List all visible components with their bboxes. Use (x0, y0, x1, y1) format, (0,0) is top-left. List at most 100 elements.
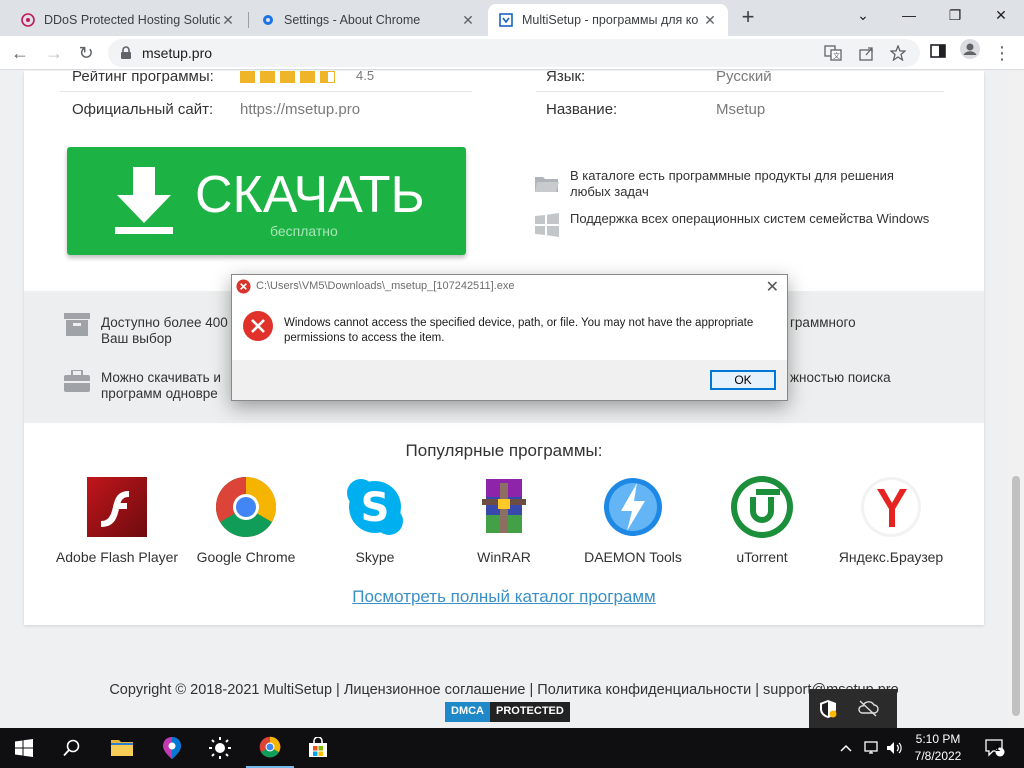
new-tab-button[interactable]: + (736, 6, 760, 30)
feature-download-right: жностью поиска (790, 370, 891, 385)
program-name: Яндекс.Браузер (838, 549, 944, 565)
page-scrollbar[interactable] (1008, 71, 1024, 728)
program-item[interactable]: Яндекс.Браузер (826, 475, 956, 565)
ddos-favicon (20, 12, 36, 28)
tab-ddos[interactable]: DDoS Protected Hosting Solutio ✕ (10, 4, 246, 36)
yandex-browser-icon (859, 475, 923, 539)
archive-box-icon (64, 313, 90, 342)
dialog-message: Windows cannot access the specified devi… (284, 317, 754, 344)
program-name: Adobe Flash Player (55, 549, 179, 565)
clock-time: 5:10 PM (915, 732, 961, 746)
menu-kebab-icon[interactable]: ⋮ (988, 39, 1016, 67)
svg-text:S: S (361, 485, 390, 531)
tray-overflow-flyout (809, 689, 897, 729)
address-bar[interactable]: msetup.pro 文 (108, 39, 920, 67)
full-catalog-link[interactable]: Посмотреть полный каталог программ (24, 587, 984, 607)
chrome-taskbar-button[interactable] (246, 728, 294, 768)
search-button[interactable] (48, 728, 96, 768)
lock-icon[interactable] (120, 46, 132, 65)
program-item[interactable]: Adobe Flash Player (52, 475, 182, 565)
dmca-protected-label: PROTECTED (490, 702, 570, 722)
close-window-button[interactable]: ✕ (978, 0, 1024, 30)
security-shield-icon[interactable] (819, 699, 837, 724)
tab-settings[interactable]: Settings - About Chrome ✕ (250, 4, 486, 36)
tab-close-icon[interactable]: ✕ (702, 12, 718, 28)
dialog-titlebar[interactable]: C:\Users\VM5\Downloads\_msetup_[10724251… (232, 275, 787, 299)
restore-button[interactable]: ❐ (932, 0, 978, 30)
reload-button[interactable]: ↻ (72, 39, 100, 67)
star-icon (300, 71, 315, 83)
download-sublabel: бесплатно (270, 223, 338, 239)
tray-chevron-up-icon[interactable] (836, 728, 856, 768)
file-explorer-button[interactable] (98, 728, 146, 768)
scrollbar-thumb[interactable] (1012, 476, 1020, 716)
profile-avatar-icon[interactable] (956, 39, 984, 67)
program-name: Skype (355, 549, 395, 565)
taskbar-clock[interactable]: 5:10 PM 7/8/2022 (898, 731, 978, 765)
star-icon (240, 71, 255, 83)
dmca-label: DMCA (445, 702, 490, 722)
program-name: DAEMON Tools (584, 549, 682, 565)
dialog-title: C:\Users\VM5\Downloads\_msetup_[10724251… (256, 280, 515, 292)
toolbox-icon (64, 369, 90, 397)
tab-search-icon[interactable]: ⌄ (840, 0, 886, 30)
program-item[interactable]: WinRAR (439, 475, 569, 565)
url-text: msetup.pro (142, 45, 213, 61)
program-item[interactable]: uTorrent (697, 475, 827, 565)
settings-gear-icon (260, 12, 276, 28)
clock-date: 7/8/2022 (914, 749, 962, 763)
notification-count: 1 (995, 743, 1001, 753)
program-item[interactable]: Google Chrome (181, 475, 311, 565)
feature-download-line1: Можно скачивать и (101, 370, 221, 385)
notification-center-icon[interactable]: 1 (982, 728, 1008, 768)
feature-available-line1: Доступно более 400 (101, 315, 228, 330)
daemon-tools-icon (601, 475, 665, 539)
browser-toolbar: ← → ↻ msetup.pro 文 ⋮ (0, 36, 1024, 70)
tab-close-icon[interactable]: ✕ (460, 12, 476, 28)
divider (536, 91, 944, 92)
site-label: Официальный сайт: (72, 101, 214, 118)
site-link[interactable]: https://msetup.pro (240, 101, 360, 118)
program-item[interactable]: S Skype (310, 475, 440, 565)
bookmark-star-icon[interactable] (889, 44, 908, 62)
chrome-icon (259, 736, 281, 758)
store-button[interactable] (294, 728, 342, 768)
dmca-badge[interactable]: DMCA PROTECTED (445, 702, 570, 722)
winrar-icon (472, 475, 536, 539)
forward-button[interactable]: → (40, 39, 68, 67)
dialog-close-icon[interactable]: ✕ (766, 277, 779, 297)
tab-close-icon[interactable]: ✕ (220, 12, 236, 28)
program-name: uTorrent (736, 549, 788, 565)
translate-icon[interactable]: 文 (824, 45, 842, 61)
cloud-offline-icon[interactable] (857, 699, 879, 722)
weather-button[interactable] (196, 728, 244, 768)
sun-icon (209, 737, 231, 759)
rating-label: Рейтинг программы: (72, 71, 214, 85)
start-button[interactable] (0, 728, 48, 768)
divider (60, 91, 472, 92)
star-icon (280, 71, 295, 83)
side-panel-icon[interactable] (924, 39, 952, 67)
star-icon (260, 71, 275, 83)
back-button[interactable]: ← (6, 39, 34, 67)
store-bag-icon (309, 737, 327, 757)
ok-button[interactable]: OK (710, 370, 776, 390)
error-dialog: C:\Users\VM5\Downloads\_msetup_[10724251… (231, 274, 788, 401)
tab-strip: DDoS Protected Hosting Solutio ✕ Setting… (0, 0, 1024, 36)
program-item[interactable]: DAEMON Tools (568, 475, 698, 565)
rating-stars (240, 71, 340, 88)
minimize-button[interactable]: — (886, 0, 932, 30)
skype-icon: S (343, 475, 407, 539)
language-value: Русский (716, 71, 772, 85)
windows-logo-icon (534, 213, 560, 242)
maps-button[interactable] (148, 728, 196, 768)
flash-icon (85, 475, 149, 539)
share-icon[interactable] (858, 45, 876, 61)
download-label: СКАЧАТЬ (195, 166, 425, 224)
program-name: Google Chrome (196, 549, 296, 565)
language-label: Язык: (546, 71, 586, 85)
feature-download-line2: программ одновре (101, 386, 218, 401)
network-icon[interactable] (860, 728, 884, 768)
tab-msetup[interactable]: MultiSetup - программы для ко ✕ (488, 4, 728, 36)
download-button[interactable]: СКАЧАТЬ бесплатно (67, 147, 466, 255)
